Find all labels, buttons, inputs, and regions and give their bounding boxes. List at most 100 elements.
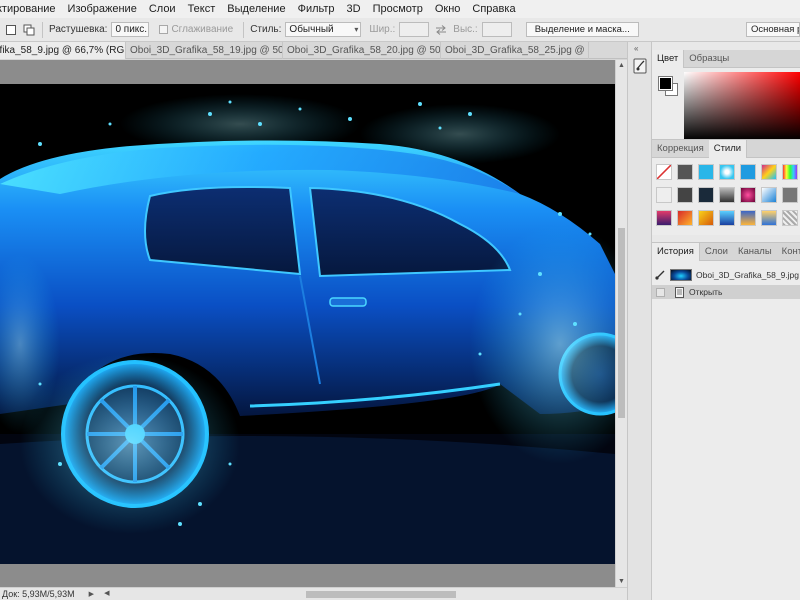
style-swatch-grid xyxy=(654,162,800,228)
document-image[interactable] xyxy=(0,84,615,564)
menu-view[interactable]: Просмотр xyxy=(367,3,429,15)
styles-panel: Коррекция Стили xyxy=(652,139,800,235)
height-input[interactable] xyxy=(481,22,512,37)
style-swatch[interactable] xyxy=(782,210,798,226)
chevron-down-icon: ▾ xyxy=(354,25,359,34)
car-splash-artwork xyxy=(0,84,615,564)
menu-type[interactable]: Текст xyxy=(182,3,222,15)
new-selection-icon[interactable] xyxy=(4,23,18,37)
color-spectrum[interactable] xyxy=(684,72,800,140)
style-swatch[interactable] xyxy=(656,187,672,203)
style-swatch[interactable] xyxy=(782,164,798,180)
tab-label: afika_58_9.jpg @ 66,7% (RGB/8#) xyxy=(0,45,125,56)
styles-panel-tabs: Коррекция Стили xyxy=(652,140,800,158)
document-tabs: afika_58_9.jpg @ 66,7% (RGB/8#) × Oboi_3… xyxy=(0,42,627,59)
horizontal-scrollbar[interactable]: ◀ xyxy=(104,589,627,600)
tab-channels[interactable]: Каналы xyxy=(733,243,777,261)
history-brush-icon[interactable] xyxy=(633,58,647,74)
feather-input[interactable]: 0 пикс. xyxy=(111,22,150,37)
divider xyxy=(42,21,43,38)
antialias-label: Сглаживание xyxy=(171,24,234,35)
style-label: Стиль: xyxy=(250,24,282,35)
style-swatch[interactable] xyxy=(782,187,798,203)
tab-color[interactable]: Цвет xyxy=(652,50,685,68)
style-swatch[interactable] xyxy=(761,210,777,226)
style-swatch[interactable] xyxy=(719,187,735,203)
history-brush-checkbox[interactable] xyxy=(656,287,665,297)
menu-select[interactable]: Выделение xyxy=(221,3,291,15)
style-swatch[interactable] xyxy=(740,164,756,180)
style-swatch[interactable] xyxy=(677,187,693,203)
scroll-down-icon[interactable]: ▼ xyxy=(618,578,625,585)
tab-document-1[interactable]: afika_58_9.jpg @ 66,7% (RGB/8#) × xyxy=(0,42,126,59)
tab-label: Oboi_3D_Grafika_58_25.jpg @ 50% (... xyxy=(445,45,588,56)
antialias-checkbox[interactable] xyxy=(159,25,169,34)
foreground-color-swatch[interactable] xyxy=(658,76,673,91)
chevron-right-icon[interactable]: ▶ xyxy=(89,590,94,598)
tab-layers[interactable]: Слои xyxy=(700,243,733,261)
style-swatch[interactable] xyxy=(656,210,672,226)
tab-styles[interactable]: Стили xyxy=(708,140,748,158)
swap-icon[interactable] xyxy=(433,23,449,37)
height-label: Выс.: xyxy=(453,24,478,35)
style-swatch[interactable] xyxy=(677,210,693,226)
menu-3d[interactable]: 3D xyxy=(341,3,367,15)
tab-label: Oboi_3D_Grafika_58_19.jpg @ 50% (... xyxy=(130,45,282,56)
style-swatch-none[interactable] xyxy=(656,164,672,180)
status-bar: Док: 5,93M/5,93M ▶ ◀ xyxy=(0,587,627,600)
select-and-mask-button[interactable]: Выделение и маска... xyxy=(525,22,639,37)
snapshot-label: Oboi_3D_Grafika_58_9.jpg xyxy=(696,270,800,280)
tab-adjustments[interactable]: Коррекция xyxy=(652,140,709,158)
scroll-thumb[interactable] xyxy=(618,228,625,418)
history-panel: История Слои Каналы Контуры Oboi_3D_Graf… xyxy=(652,242,800,600)
tab-document-4[interactable]: Oboi_3D_Grafika_58_25.jpg @ 50% (... × xyxy=(441,42,589,59)
tab-label: Oboi_3D_Grafika_58_20.jpg @ 50% (... xyxy=(287,45,441,56)
width-input[interactable] xyxy=(399,22,430,37)
style-swatch[interactable] xyxy=(761,187,777,203)
style-swatch[interactable] xyxy=(719,164,735,180)
options-bar: Растушевка: 0 пикс. Сглаживание Стиль: О… xyxy=(0,18,800,42)
style-swatch[interactable] xyxy=(740,187,756,203)
style-swatch[interactable] xyxy=(677,164,693,180)
menu-bar: ктирование Изображение Слои Текст Выделе… xyxy=(0,0,800,18)
tab-document-3[interactable]: Oboi_3D_Grafika_58_20.jpg @ 50% (... × xyxy=(283,42,441,59)
style-swatch[interactable] xyxy=(740,210,756,226)
vertical-scrollbar[interactable]: ▲ ▼ xyxy=(615,60,627,587)
menu-help[interactable]: Справка xyxy=(466,3,521,15)
document-size-info: Док: 5,93M/5,93M xyxy=(2,589,75,599)
menu-window[interactable]: Окно xyxy=(429,3,467,15)
feather-label: Растушевка: xyxy=(49,24,108,35)
scroll-left-icon[interactable]: ◀ xyxy=(104,589,109,597)
history-panel-tabs: История Слои Каналы Контуры xyxy=(652,243,800,261)
width-label: Шир.: xyxy=(369,24,396,35)
workspace-button[interactable]: Основная рабочая xyxy=(746,22,800,37)
tab-document-2[interactable]: Oboi_3D_Grafika_58_19.jpg @ 50% (... × xyxy=(126,42,283,59)
color-panel: Цвет Образцы xyxy=(652,50,800,146)
style-swatch[interactable] xyxy=(719,210,735,226)
scroll-thumb[interactable] xyxy=(306,590,457,598)
tab-swatches[interactable]: Образцы xyxy=(684,50,734,68)
style-swatch[interactable] xyxy=(698,210,714,226)
add-selection-icon[interactable] xyxy=(22,23,36,37)
history-brush-source-icon[interactable] xyxy=(654,269,666,281)
style-swatch[interactable] xyxy=(761,164,777,180)
history-snapshot[interactable]: Oboi_3D_Grafika_58_9.jpg xyxy=(652,265,800,285)
menu-layers[interactable]: Слои xyxy=(143,3,182,15)
style-swatch[interactable] xyxy=(698,187,714,203)
document-icon xyxy=(675,286,684,298)
panel-dock-strip: « xyxy=(627,42,652,600)
style-select[interactable]: Обычный ▾ xyxy=(285,22,362,37)
history-state[interactable]: Открыть xyxy=(652,285,800,299)
color-panel-tabs: Цвет Образцы xyxy=(652,50,800,68)
menu-edit[interactable]: ктирование xyxy=(0,3,62,15)
style-swatch[interactable] xyxy=(698,164,714,180)
tab-history[interactable]: История xyxy=(652,243,700,261)
canvas-area[interactable] xyxy=(0,60,615,587)
snapshot-thumbnail xyxy=(670,269,692,281)
scroll-up-icon[interactable]: ▲ xyxy=(618,62,625,69)
tab-paths[interactable]: Контуры xyxy=(777,243,800,261)
divider xyxy=(243,21,245,38)
menu-filter[interactable]: Фильтр xyxy=(292,3,341,15)
collapse-icon[interactable]: « xyxy=(634,44,638,53)
menu-image[interactable]: Изображение xyxy=(62,3,143,15)
